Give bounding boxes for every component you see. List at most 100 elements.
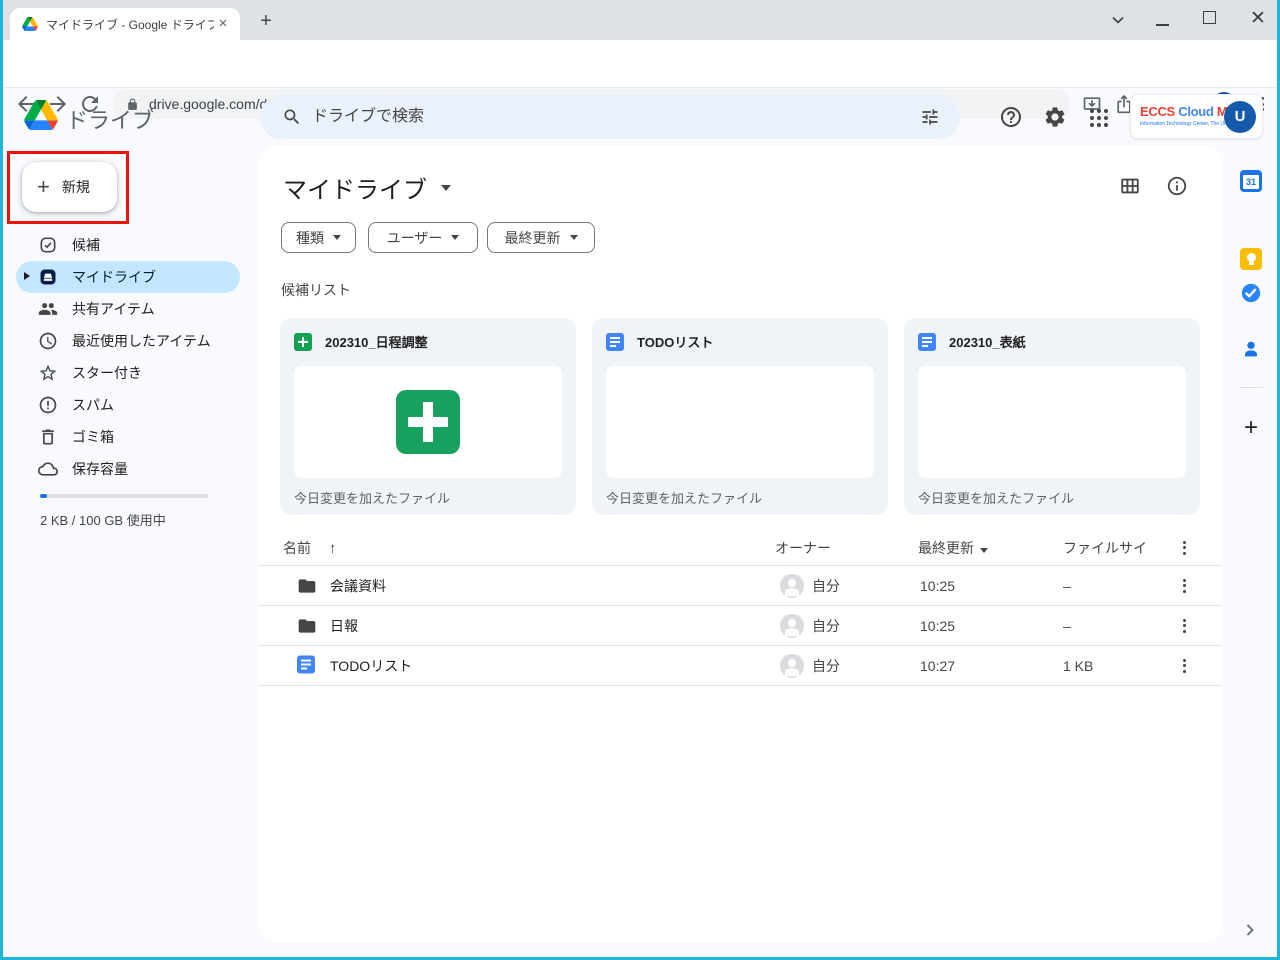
expand-arrow-icon[interactable] bbox=[24, 272, 30, 280]
sidebar-item-my-drive[interactable]: マイドライブ bbox=[16, 261, 240, 293]
modified-time: 10:27 bbox=[920, 658, 955, 674]
sidebar-item-spam[interactable]: スパム bbox=[16, 389, 240, 421]
storage-progress-fill bbox=[40, 494, 47, 498]
storage-usage-text: 2 KB / 100 GB 使用中 bbox=[40, 510, 166, 529]
sidebar-item-starred[interactable]: スター付き bbox=[16, 357, 240, 389]
tab-close-icon[interactable]: × bbox=[214, 15, 232, 33]
docs-file-icon bbox=[918, 333, 936, 351]
browser-tab[interactable]: マイドライブ - Google ドライブ × bbox=[10, 8, 240, 40]
modified-time: 10:25 bbox=[920, 618, 955, 634]
filter-chip-modified[interactable]: 最終更新 bbox=[487, 222, 595, 253]
drive-logo-icon[interactable] bbox=[24, 100, 58, 130]
folder-icon bbox=[297, 576, 317, 596]
storage-progress-bar bbox=[40, 494, 208, 498]
window-minimize-button[interactable] bbox=[1156, 24, 1169, 26]
column-header-modified[interactable]: 最終更新 bbox=[918, 538, 988, 558]
sheets-file-icon bbox=[294, 333, 312, 351]
file-thumbnail bbox=[606, 366, 874, 478]
contacts-icon[interactable] bbox=[1240, 338, 1262, 360]
chevron-down-icon bbox=[570, 235, 578, 240]
spam-warning-icon bbox=[38, 395, 58, 415]
suggestion-card[interactable]: 202310_表紙 今日変更を加えたファイル bbox=[904, 318, 1200, 515]
sidebar-item-storage[interactable]: 保存容量 bbox=[16, 453, 240, 485]
more-options-icon[interactable] bbox=[1174, 538, 1194, 558]
help-icon[interactable] bbox=[999, 105, 1023, 129]
column-header-name[interactable]: 名前 ↑ bbox=[283, 538, 336, 558]
suggestions-label: 候補リスト bbox=[281, 280, 351, 300]
browser-toolbar: drive.google.com/drive/my-drive U bbox=[0, 40, 1280, 88]
annotation-highlight-rectangle bbox=[7, 151, 129, 224]
search-icon[interactable] bbox=[282, 107, 302, 127]
divider bbox=[1239, 387, 1263, 388]
sort-descending-icon bbox=[980, 548, 988, 553]
window-close-button[interactable]: ✕ bbox=[1246, 7, 1270, 30]
capture-frame-left bbox=[0, 0, 3, 960]
file-table-header: 名前 ↑ オーナー 最終更新 ファイルサイ bbox=[259, 530, 1222, 566]
more-options-icon[interactable] bbox=[1174, 616, 1194, 636]
account-badge[interactable]: ECCS Cloud Mail Information Technology C… bbox=[1130, 94, 1263, 139]
more-options-icon[interactable] bbox=[1174, 656, 1194, 676]
chevron-down-icon bbox=[451, 235, 459, 240]
owner-avatar bbox=[780, 614, 804, 638]
file-row[interactable]: 会議資料 自分 10:25 – bbox=[259, 566, 1222, 606]
app-name: ドライブ bbox=[66, 103, 154, 135]
drive-profile-avatar[interactable]: U bbox=[1224, 101, 1256, 133]
page-title[interactable]: マイドライブ bbox=[283, 170, 427, 205]
sort-ascending-icon: ↑ bbox=[329, 540, 337, 557]
column-header-owner[interactable]: オーナー bbox=[775, 538, 831, 558]
more-options-icon[interactable] bbox=[1174, 576, 1194, 596]
sidebar-item-recent[interactable]: 最近使用したアイテム bbox=[16, 325, 240, 357]
chevron-down-icon bbox=[333, 235, 341, 240]
search-input[interactable] bbox=[312, 95, 872, 139]
star-icon bbox=[38, 363, 58, 383]
filter-chip-user[interactable]: ユーザー bbox=[368, 222, 478, 253]
suggestion-card[interactable]: TODOリスト 今日変更を加えたファイル bbox=[592, 318, 888, 515]
keep-icon[interactable] bbox=[1240, 248, 1262, 270]
calendar-icon[interactable]: 31 bbox=[1240, 170, 1262, 192]
new-tab-button[interactable]: + bbox=[254, 10, 278, 34]
show-side-panel-chevron-icon[interactable] bbox=[1240, 920, 1260, 940]
main-content: マイドライブ 種類 ユーザー 最終更新 候補リスト 202310_日程調整 今日… bbox=[259, 146, 1222, 942]
search-bar[interactable] bbox=[260, 95, 960, 139]
sidebar-item-shared[interactable]: 共有アイテム bbox=[16, 293, 240, 325]
filter-chip-type[interactable]: 種類 bbox=[281, 222, 356, 253]
column-header-size[interactable]: ファイルサイ bbox=[1063, 538, 1147, 558]
cloud-icon bbox=[38, 459, 58, 479]
docs-file-icon bbox=[606, 333, 624, 351]
get-add-ons-icon[interactable]: + bbox=[1240, 414, 1262, 442]
owner-name: 自分 bbox=[812, 656, 840, 676]
approved-check-icon bbox=[38, 235, 58, 255]
owner-name: 自分 bbox=[812, 576, 840, 596]
info-icon[interactable] bbox=[1166, 175, 1188, 197]
file-name: 日報 bbox=[330, 616, 358, 636]
browser-titlebar: マイドライブ - Google ドライブ × + ✕ bbox=[0, 0, 1280, 40]
clock-icon bbox=[38, 331, 58, 351]
sidebar-item-trash[interactable]: ゴミ箱 bbox=[16, 421, 240, 453]
tasks-icon[interactable] bbox=[1240, 282, 1262, 304]
owner-name: 自分 bbox=[812, 616, 840, 636]
file-thumbnail bbox=[294, 366, 562, 478]
file-size: – bbox=[1063, 578, 1071, 594]
search-options-icon[interactable] bbox=[920, 107, 940, 127]
tab-title: マイドライブ - Google ドライブ bbox=[46, 16, 214, 33]
sheets-file-icon bbox=[396, 390, 460, 454]
owner-avatar bbox=[780, 574, 804, 598]
tab-search-chevron-icon[interactable] bbox=[1108, 10, 1128, 30]
file-name: 会議資料 bbox=[330, 576, 386, 596]
page-title-row[interactable]: マイドライブ bbox=[283, 170, 451, 205]
file-row[interactable]: TODOリスト 自分 10:27 1 KB bbox=[259, 646, 1222, 686]
chevron-down-icon[interactable] bbox=[441, 185, 451, 191]
folder-icon bbox=[297, 616, 317, 636]
file-thumbnail bbox=[918, 366, 1186, 478]
sidebar-item-suggested[interactable]: 候補 bbox=[16, 229, 240, 261]
file-row[interactable]: 日報 自分 10:25 – bbox=[259, 606, 1222, 646]
owner-avatar bbox=[780, 654, 804, 678]
people-icon bbox=[38, 299, 58, 319]
window-maximize-button[interactable] bbox=[1203, 11, 1216, 24]
settings-gear-icon[interactable] bbox=[1043, 105, 1067, 129]
grid-view-icon[interactable] bbox=[1119, 175, 1141, 197]
file-name: TODOリスト bbox=[330, 656, 412, 676]
account-badge-subtitle: Information Technology Center, The Unive… bbox=[1140, 121, 1228, 127]
suggestion-card[interactable]: 202310_日程調整 今日変更を加えたファイル bbox=[280, 318, 576, 515]
google-apps-icon[interactable] bbox=[1090, 109, 1108, 127]
